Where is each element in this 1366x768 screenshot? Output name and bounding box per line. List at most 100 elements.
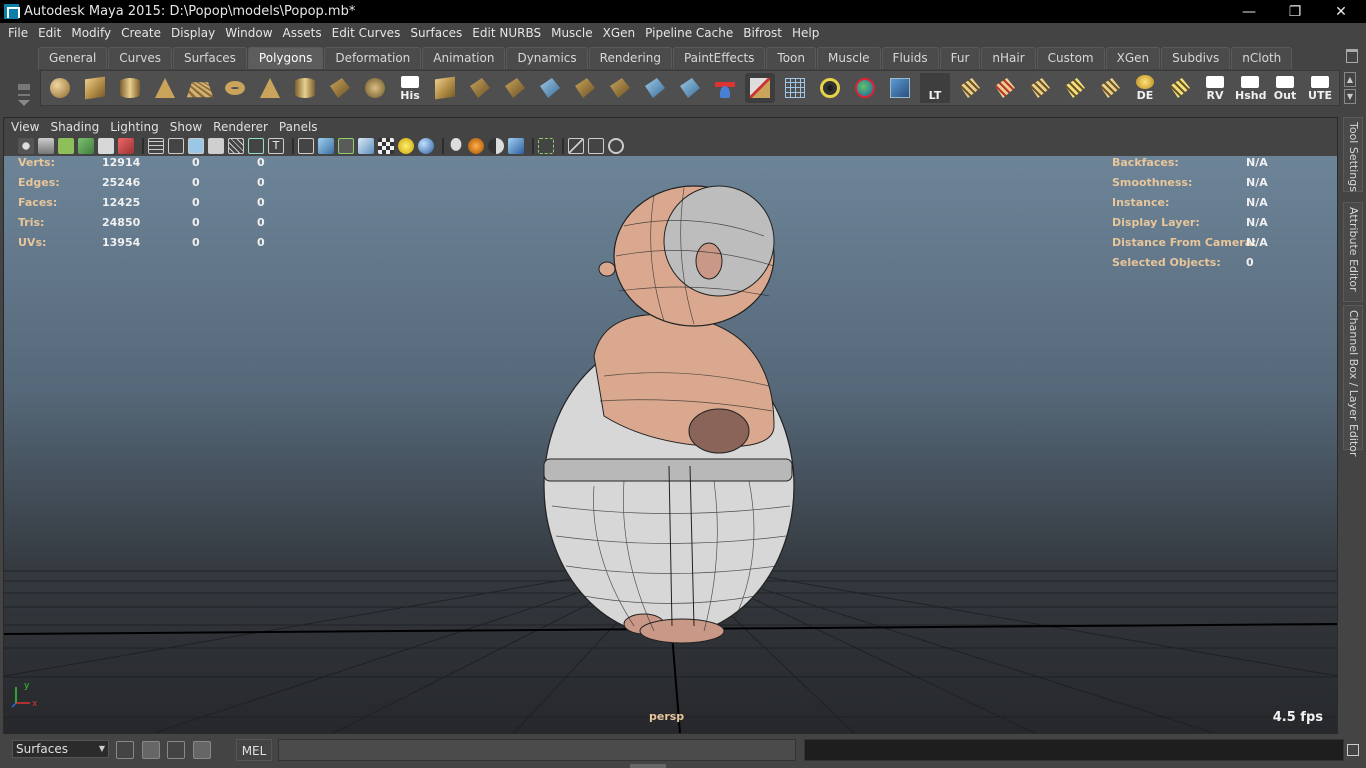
poly-sphere-icon[interactable] (45, 73, 75, 103)
3d-viewport[interactable]: Verts: 12914 0 0 Edges: 25246 0 0 Faces:… (4, 156, 1337, 733)
wireframe-icon[interactable] (298, 138, 314, 154)
menu-window[interactable]: Window (220, 26, 277, 40)
menu-create[interactable]: Create (116, 26, 166, 40)
ambient-occlusion-icon[interactable] (468, 138, 484, 154)
tab-channel-box-layer-editor[interactable]: Channel Box / Layer Editor (1343, 305, 1363, 457)
split-polygon-icon[interactable] (535, 73, 565, 103)
menu-set-dropdown[interactable]: Surfaces (12, 740, 109, 758)
panel-menu-renderer[interactable]: Renderer (209, 120, 275, 134)
camera-attributes-icon[interactable] (38, 138, 54, 154)
menu-display[interactable]: Display (166, 26, 220, 40)
default-light-icon[interactable] (418, 138, 434, 154)
create-polygon-tool-icon[interactable] (325, 73, 355, 103)
auto-mapping-icon[interactable] (675, 73, 705, 103)
hshd-icon[interactable]: Hshd (1235, 73, 1266, 103)
shelf-tab-general[interactable]: General (38, 47, 108, 69)
panel-menu-show[interactable]: Show (166, 120, 209, 134)
resolution-gate-icon[interactable] (188, 138, 204, 154)
film-gate-icon[interactable] (168, 138, 184, 154)
select-camera-icon[interactable] (18, 138, 34, 154)
mel-command-input[interactable] (278, 739, 796, 761)
poly-cylinder-icon[interactable] (115, 73, 145, 103)
bookmarks-icon[interactable] (58, 138, 74, 154)
shelf-tab-subdivs[interactable]: Subdivs (1161, 47, 1231, 69)
shelf-scroll-up-icon[interactable]: ▲ (1344, 72, 1356, 87)
shelf-tab-polygons[interactable]: Polygons (247, 47, 324, 69)
poly-cone-icon[interactable] (150, 73, 180, 103)
camera-box-icon[interactable] (885, 73, 915, 103)
xray-active-components-icon[interactable] (588, 138, 604, 154)
menu-surfaces[interactable]: Surfaces (405, 26, 467, 40)
shelf-tab-fluids[interactable]: Fluids (881, 47, 939, 69)
tab-tool-settings[interactable]: Tool Settings (1343, 117, 1363, 192)
shelf-tab-nhair[interactable]: nHair (981, 47, 1036, 69)
menu-bifrost[interactable]: Bifrost (738, 26, 787, 40)
paint-tool-icon[interactable] (745, 73, 775, 103)
ute-icon[interactable]: UTE (1305, 73, 1335, 103)
menu-help[interactable]: Help (787, 26, 824, 40)
bridge-icon[interactable] (465, 73, 495, 103)
wireframe-cube-icon[interactable] (780, 73, 810, 103)
shelf-tab-animation[interactable]: Animation (422, 47, 506, 69)
gate-mask-icon[interactable] (208, 138, 224, 154)
transform-globe-icon[interactable] (850, 73, 880, 103)
poly-pyramid-icon[interactable] (255, 73, 285, 103)
uv-grid-icon-4[interactable] (1060, 73, 1090, 103)
menu-edit-curves[interactable]: Edit Curves (327, 26, 406, 40)
history-icon[interactable]: His (395, 73, 425, 103)
poly-plane-icon[interactable] (185, 73, 215, 103)
xray-joints-icon[interactable] (608, 138, 624, 154)
planar-mapping-icon[interactable] (640, 73, 670, 103)
mel-language-button[interactable]: MEL (236, 739, 272, 761)
menu-pipeline-cache[interactable]: Pipeline Cache (640, 26, 738, 40)
poly-torus-icon[interactable] (220, 73, 250, 103)
channel-list-icon[interactable] (193, 741, 211, 759)
menu-edit[interactable]: Edit (33, 26, 66, 40)
shelf-tab-rendering[interactable]: Rendering (588, 47, 672, 69)
uv-grid-icon-6[interactable] (1165, 73, 1195, 103)
lt-icon[interactable]: LT (920, 73, 950, 103)
panel-menu-view[interactable]: View (7, 120, 46, 134)
snap-toggle-icon[interactable] (116, 741, 134, 759)
attribute-list-icon[interactable] (167, 741, 185, 759)
menu-modify[interactable]: Modify (66, 26, 116, 40)
uv-grid-icon-2[interactable] (990, 73, 1020, 103)
safe-title-icon[interactable]: T (268, 138, 284, 154)
image-plane-icon[interactable] (78, 138, 94, 154)
shelf-tab-curves[interactable]: Curves (108, 47, 172, 69)
panel-menu-lighting[interactable]: Lighting (106, 120, 166, 134)
menu-file[interactable]: File (3, 26, 33, 40)
close-button[interactable]: ✕ (1318, 0, 1364, 23)
shelf-tab-surfaces[interactable]: Surfaces (172, 47, 247, 69)
panel-menu-shading[interactable]: Shading (46, 120, 106, 134)
anti-aliasing-icon[interactable] (508, 138, 524, 154)
grid-toggle-icon[interactable] (148, 138, 164, 154)
poly-cube-icon[interactable] (80, 73, 110, 103)
uv-grid-icon-1[interactable] (955, 73, 985, 103)
merge-vertices-icon[interactable] (605, 73, 635, 103)
extrude-icon[interactable] (430, 73, 460, 103)
panel-menu-panels[interactable]: Panels (275, 120, 325, 134)
shelf-scroll-down-icon[interactable]: ▼ (1344, 89, 1356, 104)
outliner-icon[interactable] (142, 741, 160, 759)
field-chart-icon[interactable] (228, 138, 244, 154)
rv-icon[interactable]: RV (1200, 73, 1230, 103)
append-polygon-icon[interactable] (500, 73, 530, 103)
menu-assets[interactable]: Assets (278, 26, 327, 40)
safe-action-icon[interactable] (248, 138, 264, 154)
menu-xgen[interactable]: XGen (598, 26, 641, 40)
uv-grid-icon-3[interactable] (1025, 73, 1055, 103)
wireframe-on-shaded-icon[interactable] (338, 138, 354, 154)
shelf-tab-xgen[interactable]: XGen (1105, 47, 1161, 69)
shelf-tab-dynamics[interactable]: Dynamics (506, 47, 588, 69)
shelf-tab-muscle[interactable]: Muscle (817, 47, 881, 69)
shelf-trash-icon[interactable] (1346, 49, 1358, 63)
smooth-shade-icon[interactable] (318, 138, 334, 154)
shelf-handle[interactable] (12, 48, 34, 110)
snap-target-icon[interactable] (815, 73, 845, 103)
resize-handle[interactable] (630, 764, 666, 768)
2d-pan-zoom-icon[interactable] (98, 138, 114, 154)
restore-button[interactable]: ❐ (1272, 0, 1318, 23)
insert-edge-loop-icon[interactable] (570, 73, 600, 103)
grease-pencil-icon[interactable] (118, 138, 134, 154)
